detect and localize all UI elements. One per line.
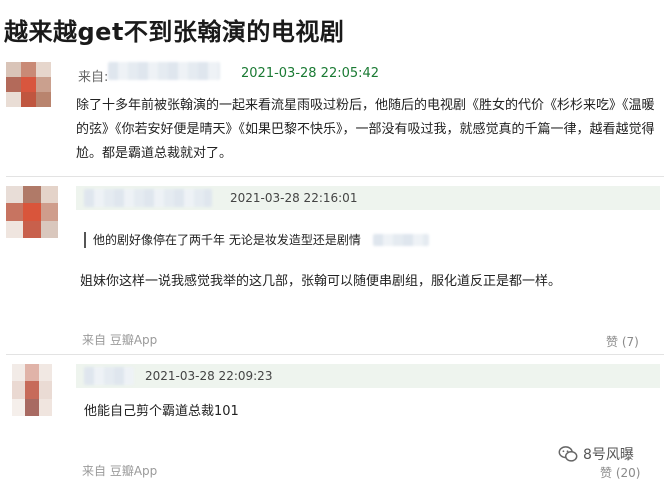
quoted-comment: 他的剧好像停在了两千年 无论是妆发造型还是剧情 [84,232,644,248]
quote-author-blurred[interactable] [372,234,429,246]
watermark: 8号风曝 [557,440,665,468]
comment-timestamp: 2021-03-28 22:05:42 [241,66,380,81]
wechat-icon [558,446,578,462]
from-label: 来自: [78,70,109,85]
page-title: 越来越get不到张翰演的电视剧 [4,18,345,46]
avatar[interactable] [6,62,51,107]
watermark-text: 8号风曝 [583,447,634,463]
reply-timestamp: 2021-03-28 22:16:01 [230,191,358,205]
reply-timestamp: 2021-03-28 22:09:23 [145,369,273,383]
username-blurred[interactable] [84,189,212,207]
quote-text: 他的剧好像停在了两千年 无论是妆发造型还是剧情 [93,233,361,247]
comment-text: 除了十多年前被张翰演的一起来看流星雨吸过粉后，他随后的电视剧《胜女的代价《杉杉来… [76,98,655,161]
reply-text: 他能自己剪个霸道总裁101 [84,404,239,419]
reply-source[interactable]: 来自 豆瓣App [82,462,157,479]
divider [6,354,664,355]
username-blurred[interactable] [108,62,220,80]
divider [6,176,664,177]
like-button[interactable]: 赞 (7) [606,333,639,350]
avatar[interactable] [6,186,58,238]
reply-text: 姐妹你这样一说我感觉我举的这几部，张翰可以随便串剧组，服化道反正是都一样。 [80,274,562,289]
reply-source: 来自 豆瓣App [82,333,158,347]
avatar[interactable] [12,364,52,416]
username-blurred[interactable] [84,367,134,385]
